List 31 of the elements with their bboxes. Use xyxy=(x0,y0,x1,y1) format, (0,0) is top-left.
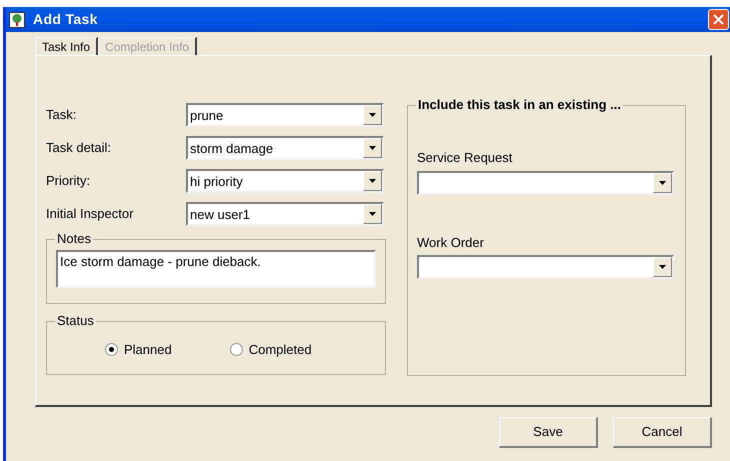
radio-label: Completed xyxy=(248,340,312,359)
field-label: Work Order xyxy=(417,234,485,252)
dropdown-field[interactable] xyxy=(417,255,674,279)
field-label: Task: xyxy=(46,106,78,124)
radio-button[interactable] xyxy=(105,343,118,356)
field-label: Service Request xyxy=(417,149,514,167)
dropdown-field[interactable]: new user1 xyxy=(186,202,384,226)
group-title: Include this task in an existing ... xyxy=(416,97,623,113)
caret-icon xyxy=(369,179,376,183)
dropdown-field[interactable]: prune xyxy=(186,103,384,127)
field-label: Priority: xyxy=(46,172,92,190)
close-button[interactable] xyxy=(708,9,729,30)
dropdown-field[interactable]: hi priority xyxy=(186,169,384,193)
caret-icon xyxy=(659,265,666,269)
window-title: Add Task xyxy=(33,10,98,29)
close-icon xyxy=(713,14,724,25)
notes-textarea[interactable]: Ice storm damage - prune dieback. xyxy=(56,250,376,288)
caret-icon xyxy=(369,146,376,150)
tree-icon xyxy=(9,12,25,28)
radio-button[interactable] xyxy=(230,343,243,356)
field-label: Initial Inspector xyxy=(46,205,134,224)
field-label: Task detail: xyxy=(46,139,112,158)
dialog-button[interactable]: Cancel xyxy=(613,417,712,448)
caret-icon xyxy=(369,212,376,216)
caret-icon xyxy=(659,180,666,184)
dropdown-field[interactable]: storm damage xyxy=(186,136,384,160)
tab[interactable]: Task Info xyxy=(35,37,98,55)
radio-label: Planned xyxy=(124,340,172,359)
dialog-button[interactable]: Save xyxy=(499,417,598,448)
caret-icon xyxy=(369,113,376,117)
dropdown-field[interactable] xyxy=(417,170,674,194)
